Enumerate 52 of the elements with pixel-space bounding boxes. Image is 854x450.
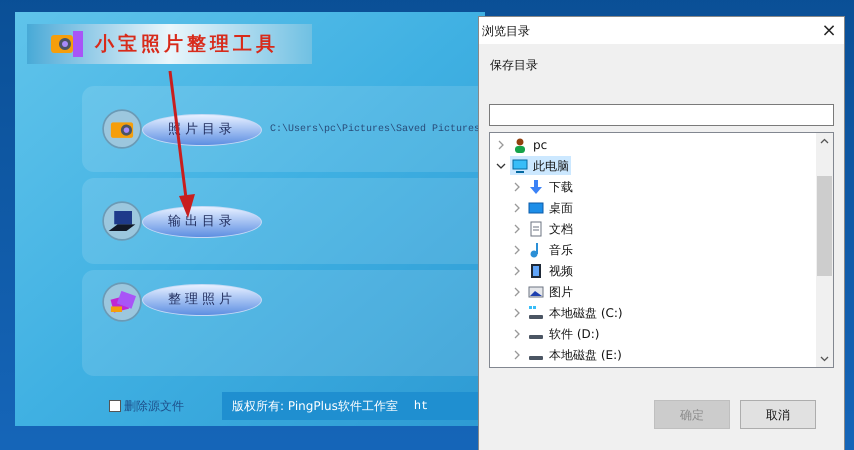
system-drive-icon xyxy=(528,304,544,320)
tree-item[interactable]: 下载 xyxy=(526,177,575,196)
chevron-right-icon[interactable] xyxy=(512,224,522,234)
tree-item[interactable]: 图片 xyxy=(526,282,575,301)
user-icon xyxy=(512,136,528,152)
link-text[interactable]: ht xyxy=(414,397,428,415)
drive-icon xyxy=(529,334,543,338)
laptop-icon xyxy=(102,201,142,241)
chevron-right-icon[interactable] xyxy=(512,244,522,254)
drive-icon xyxy=(529,356,543,360)
tree-item[interactable]: 视频 xyxy=(526,261,575,280)
tree-item[interactable]: 桌面 xyxy=(526,198,575,217)
chevron-down-icon[interactable] xyxy=(496,160,506,170)
tree-item[interactable]: 此电脑 xyxy=(510,156,571,175)
path-input[interactable] xyxy=(489,104,834,126)
download-icon xyxy=(528,178,544,194)
camera-icon xyxy=(102,109,142,149)
app-title: 小宝照片整理工具 xyxy=(95,32,279,57)
chevron-right-icon[interactable] xyxy=(512,286,522,296)
action-button[interactable]: 输出目录 xyxy=(142,206,262,238)
document-icon xyxy=(528,220,544,236)
photos-icon xyxy=(102,282,142,322)
scroll-up-icon[interactable] xyxy=(820,137,829,146)
chevron-right-icon[interactable] xyxy=(496,140,506,150)
chevron-right-icon[interactable] xyxy=(512,182,522,192)
chevron-right-icon[interactable] xyxy=(512,266,522,276)
computer-icon xyxy=(512,158,528,174)
checkbox[interactable] xyxy=(109,400,121,412)
action-button[interactable]: 整理照片 xyxy=(142,284,262,316)
chevron-right-icon[interactable] xyxy=(512,202,522,212)
picture-icon xyxy=(528,284,544,300)
scrollbar[interactable] xyxy=(816,133,833,367)
scroll-down-icon[interactable] xyxy=(820,354,829,363)
tree-item[interactable]: 本地磁盘 (C:) xyxy=(526,303,625,322)
desktop-icon xyxy=(528,200,544,216)
video-icon xyxy=(528,262,544,278)
dialog-button[interactable]: 取消 xyxy=(740,400,816,429)
chevron-right-icon[interactable] xyxy=(512,350,522,360)
copyright-text: 版权所有: PingPlus软件工作室 xyxy=(232,398,398,415)
tree-item[interactable]: 软件 (D:) xyxy=(526,324,602,343)
close-button[interactable]: × xyxy=(814,17,844,44)
tree-item[interactable]: 文档 xyxy=(526,219,575,238)
checkbox-label: 删除源文件 xyxy=(124,398,184,415)
field-label: 保存目录 xyxy=(490,57,539,74)
scrollbar-thumb[interactable] xyxy=(817,176,832,276)
chevron-right-icon[interactable] xyxy=(512,308,522,318)
chevron-right-icon[interactable] xyxy=(512,328,522,338)
tree-item[interactable]: 本地磁盘 (E:) xyxy=(526,345,624,364)
dialog-title: 浏览目录 xyxy=(482,22,530,40)
tree-item[interactable]: pc xyxy=(510,135,550,154)
tree-item[interactable]: 音乐 xyxy=(526,240,575,259)
path-text: C:\Users\pc\Pictures\Saved Pictures xyxy=(270,122,480,136)
